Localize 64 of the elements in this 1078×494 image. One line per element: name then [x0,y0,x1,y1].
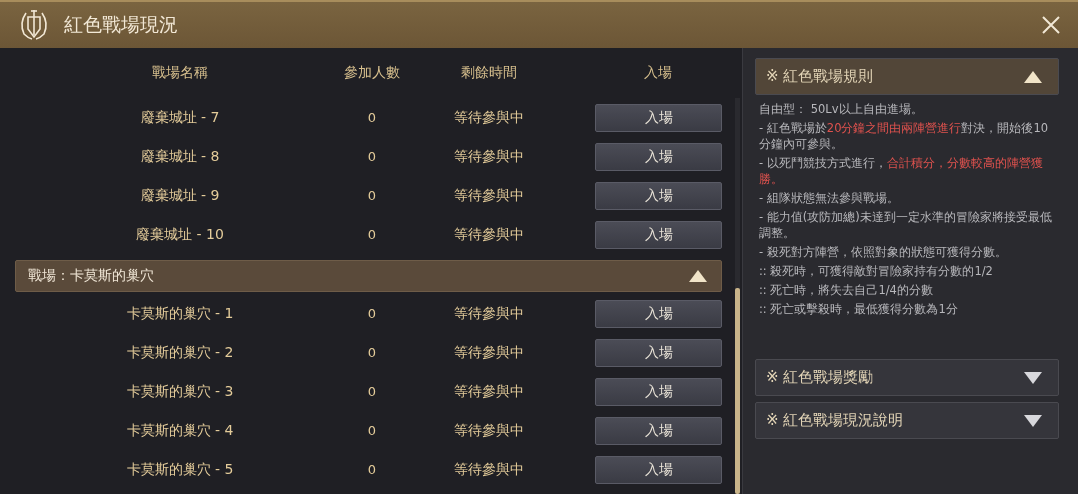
battlefield-name: 廢棄城址 - 9 [140,186,220,205]
rule-text: - 以死鬥競技方式進行，合計積分，分數較高的陣營獲勝。 [759,155,1044,187]
scrollbar-thumb[interactable] [735,288,740,494]
expand-triangle-icon [1024,414,1042,427]
remaining-time: 等待參與中 [454,147,524,166]
remaining-time: 等待參與中 [454,421,524,440]
battlefield-name: 廢棄城址 - 10 [136,225,224,244]
remaining-time: 等待參與中 [454,304,524,323]
section-header[interactable]: ※ 紅色戰場獎勵 [755,359,1059,396]
rule-text: - 組隊狀態無法參與戰場。 [759,190,900,206]
close-icon [1041,15,1061,35]
rule-text: :: 死亡時，將失去自己1/4的分數 [759,282,934,298]
participant-count: 0 [367,384,377,399]
enter-button[interactable]: 入場 [595,299,722,328]
rule-text: - 紅色戰場於20分鐘之間由兩陣營進行對決，開始後10分鐘內可參與。 [759,120,1050,152]
section-title: ※ 紅色戰場獎勵 [766,368,874,387]
remaining-time: 等待參與中 [454,108,524,127]
enter-button[interactable]: 入場 [595,142,722,171]
section-title: ※ 紅色戰場現況說明 [766,411,904,430]
enter-button[interactable]: 入場 [595,181,722,210]
column-header: 剩餘時間 [461,64,517,82]
column-header: 入場 [644,64,672,82]
remaining-time: 等待參與中 [454,343,524,362]
battlefield-name: 廢棄城址 - 8 [140,147,220,166]
battlefield-name: 廢棄城址 - 7 [140,108,220,127]
rule-text: :: 殺死時，可獲得敵對冒險家持有分數的1/2 [759,263,994,279]
enter-button[interactable]: 入場 [595,377,722,406]
rule-text: - 能力值(攻防加總)未達到一定水準的冒險家將接受最低調整。 [759,209,1053,241]
battlefield-name: 卡莫斯的巢穴 - 3 [126,382,234,401]
remaining-time: 等待參與中 [454,225,524,244]
enter-button[interactable]: 入場 [595,103,722,132]
battlefield-name: 卡莫斯的巢穴 - 4 [126,421,234,440]
group-title: 戰場：卡莫斯的巢穴 [28,267,154,285]
battlefield-name: 卡莫斯的巢穴 - 1 [126,304,234,323]
collapse-triangle-icon [689,270,707,282]
remaining-time: 等待參與中 [454,186,524,205]
enter-button[interactable]: 入場 [595,338,722,367]
column-header: 參加人數 [344,64,400,82]
enter-button[interactable]: 入場 [595,416,722,445]
participant-count: 0 [367,345,377,360]
rule-text: :: 死亡或擊殺時，最低獲得分數為1分 [759,301,959,317]
participant-count: 0 [367,306,377,321]
participant-count: 0 [367,110,377,125]
collapse-triangle-icon [1024,70,1042,83]
participant-count: 0 [367,423,377,438]
participant-count: 0 [367,462,377,477]
rule-text: 自由型： 50Lv以上自由進場。 [759,101,924,117]
section-title: ※ 紅色戰場規則 [766,67,874,86]
section-header[interactable]: ※ 紅色戰場規則 [755,58,1059,95]
expand-triangle-icon [1024,371,1042,384]
column-header: 戰場名稱 [152,64,208,82]
participant-count: 0 [367,188,377,203]
battlefield-name: 卡莫斯的巢穴 - 2 [126,343,234,362]
section-header[interactable]: ※ 紅色戰場現況說明 [755,402,1059,439]
participant-count: 0 [367,227,377,242]
battlefield-name: 卡莫斯的巢穴 - 5 [126,460,234,479]
enter-button[interactable]: 入場 [595,455,722,484]
window-title: 紅色戰場現況 [64,12,179,37]
group-header[interactable]: 戰場：卡莫斯的巢穴 [15,260,722,292]
remaining-time: 等待參與中 [454,382,524,401]
rule-text: - 殺死對方陣營，依照對象的狀態可獲得分數。 [759,244,1008,260]
participant-count: 0 [367,149,377,164]
remaining-time: 等待參與中 [454,460,524,479]
enter-button[interactable]: 入場 [595,220,722,249]
